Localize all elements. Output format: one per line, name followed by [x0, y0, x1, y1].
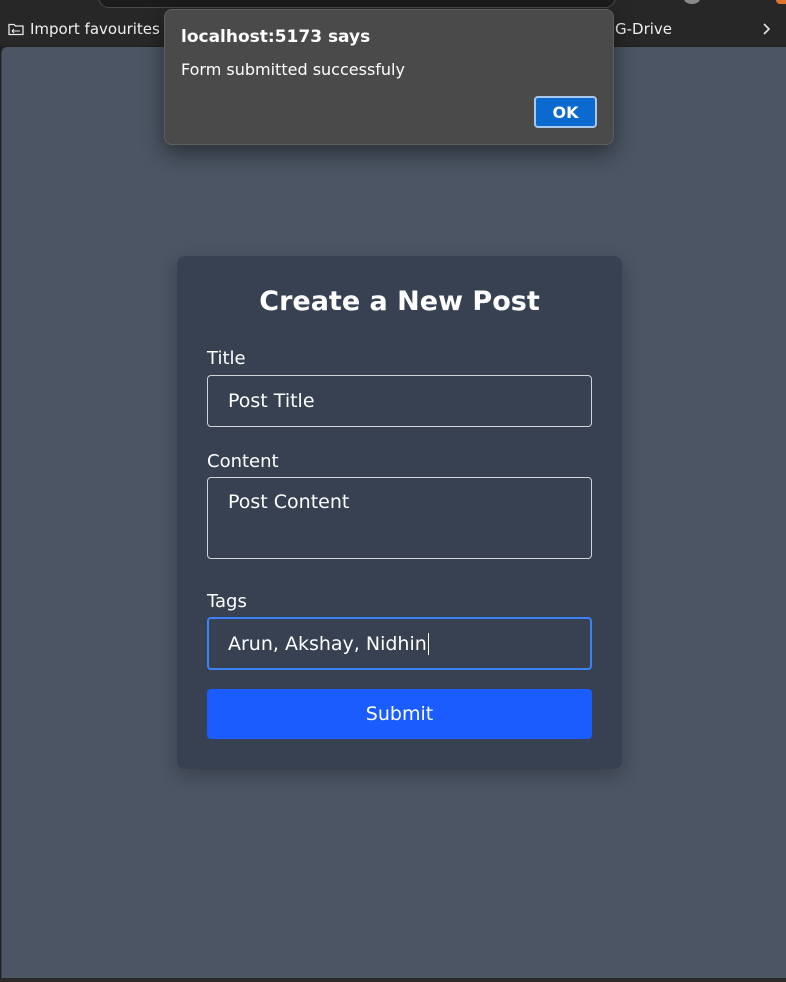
dialog-title: localhost:5173 says — [181, 27, 371, 47]
form-heading: Create a New Post — [259, 286, 540, 317]
alert-dialog: localhost:5173 says Form submitted succe… — [164, 9, 614, 145]
title-label: Title — [207, 348, 246, 369]
tags-input[interactable]: Arun, Akshay, Nidhin — [207, 617, 592, 670]
bookmark-label: G-Drive — [615, 20, 673, 38]
text-caret — [427, 632, 429, 655]
ok-button[interactable]: OK — [534, 96, 597, 128]
submit-button-label: Submit — [365, 703, 434, 725]
content-textarea-value: Post Content — [228, 491, 350, 513]
content-textarea[interactable]: Post Content — [207, 477, 592, 559]
tags-input-value: Arun, Akshay, Nidhin — [228, 632, 427, 655]
folder-icon — [8, 22, 24, 36]
bookmark-g-drive[interactable]: G-Drive — [615, 18, 672, 40]
chevron-right-icon[interactable] — [760, 19, 774, 39]
title-input-value: Post Title — [228, 390, 315, 412]
submit-button[interactable]: Submit — [207, 689, 592, 739]
content-label: Content — [207, 451, 279, 472]
profile-icon[interactable] — [684, 0, 700, 4]
address-bar[interactable] — [98, 0, 616, 8]
bookmark-import-favourites[interactable]: Import favourites — [8, 18, 160, 40]
create-post-form: Create a New Post Title Post Title Conte… — [177, 256, 622, 769]
window-bottom-edge — [0, 978, 786, 982]
bookmark-label: Import favourites — [30, 20, 160, 38]
ok-button-label: OK — [552, 102, 579, 122]
tags-label: Tags — [207, 591, 247, 612]
window-accent — [776, 0, 786, 4]
dialog-message: Form submitted successfuly — [181, 60, 405, 79]
title-input[interactable]: Post Title — [207, 375, 592, 427]
